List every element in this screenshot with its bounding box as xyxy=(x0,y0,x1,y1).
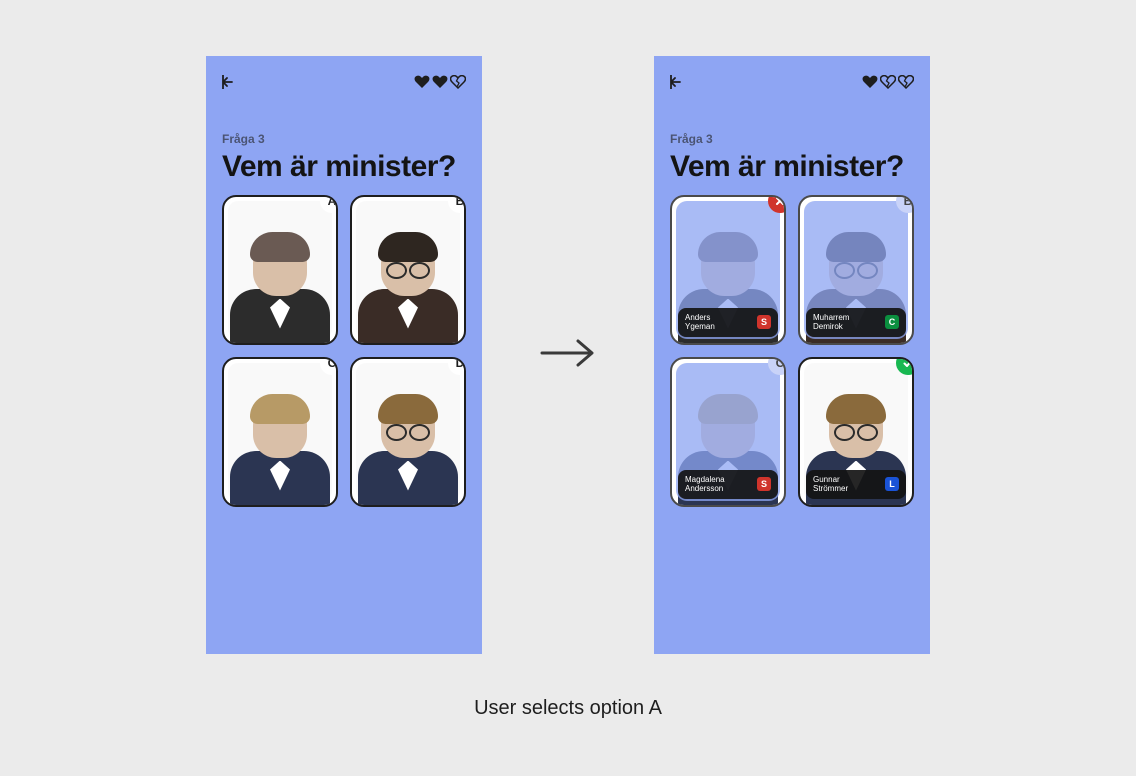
hearts-before xyxy=(414,75,466,89)
portrait xyxy=(356,201,460,339)
heart-full-icon xyxy=(432,75,448,89)
option-card: AndersYgeman S xyxy=(670,195,786,345)
option-card[interactable]: B xyxy=(350,195,466,345)
person-name: GunnarStrömmer xyxy=(813,475,848,493)
party-badge: L xyxy=(885,477,899,491)
topbar xyxy=(670,72,914,92)
heart-full-icon xyxy=(862,75,878,89)
heart-full-icon xyxy=(414,75,430,89)
portrait xyxy=(228,201,332,339)
back-button[interactable] xyxy=(670,75,686,89)
option-card[interactable]: D xyxy=(350,357,466,507)
person-name: AndersYgeman xyxy=(685,313,715,331)
options-grid-after: AndersYgemanSBMuharremDemirokCCMagdalena… xyxy=(670,195,914,507)
option-card: CMagdalenaAnderssonS xyxy=(670,357,786,507)
question-title: Vem är minister? xyxy=(222,150,466,185)
party-badge: S xyxy=(757,477,771,491)
hearts-after xyxy=(862,75,914,89)
options-grid-before: ABCD xyxy=(222,195,466,507)
name-bar: AndersYgeman S xyxy=(678,308,778,336)
back-button[interactable] xyxy=(222,75,238,89)
phone-screen-after: Fråga 3 Vem är minister? AndersYgemanSBM… xyxy=(654,56,930,654)
party-badge: C xyxy=(885,315,899,329)
heart-broken-icon xyxy=(450,75,466,89)
phone-screen-before: Fråga 3 Vem är minister? ABCD xyxy=(206,56,482,654)
name-bar: MuharremDemirok C xyxy=(806,308,906,336)
person-name: MuharremDemirok xyxy=(813,313,849,331)
name-bar: MagdalenaAndersson S xyxy=(678,470,778,498)
question-title: Vem är minister? xyxy=(670,150,914,185)
option-card[interactable]: C xyxy=(222,357,338,507)
arrow-right-icon xyxy=(538,333,598,378)
option-card: BMuharremDemirokC xyxy=(798,195,914,345)
caption: User selects option A xyxy=(0,697,1136,720)
heart-broken-icon xyxy=(898,75,914,89)
option-card[interactable]: A xyxy=(222,195,338,345)
party-badge: S xyxy=(757,315,771,329)
portrait xyxy=(356,363,460,501)
portrait xyxy=(228,363,332,501)
topbar xyxy=(222,72,466,92)
option-card: GunnarStrömmer L xyxy=(798,357,914,507)
person-name: MagdalenaAndersson xyxy=(685,475,725,493)
heart-broken-icon xyxy=(880,75,896,89)
question-label: Fråga 3 xyxy=(670,132,914,146)
name-bar: GunnarStrömmer L xyxy=(806,470,906,498)
question-label: Fråga 3 xyxy=(222,132,466,146)
